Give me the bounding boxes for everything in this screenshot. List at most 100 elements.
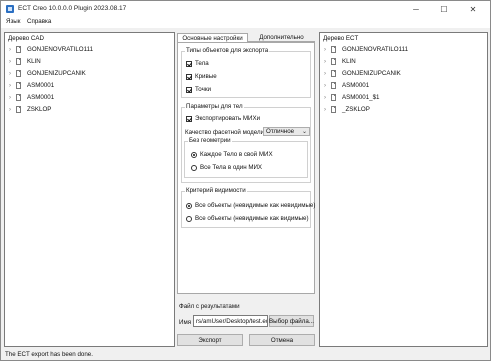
radio-invisible-as-visible[interactable]: Все объекты (невидимые как видимые) bbox=[186, 215, 309, 222]
tree-item-label: KLIN bbox=[342, 58, 356, 65]
chevron-right-icon[interactable]: › bbox=[9, 107, 16, 113]
facet-quality-label: Качество фасетной модели bbox=[185, 129, 265, 136]
object-types-group: Типы объектов для экспорта Тела Кривые Т… bbox=[181, 47, 311, 98]
chevron-right-icon[interactable]: › bbox=[9, 83, 16, 89]
chevron-right-icon[interactable]: › bbox=[324, 95, 331, 101]
radio-label: Все Тела в один МИХ bbox=[200, 164, 263, 171]
radio-button[interactable] bbox=[186, 202, 192, 209]
cad-tree-item[interactable]: › ZSKLOP bbox=[9, 105, 51, 114]
document-icon bbox=[16, 46, 21, 53]
close-button[interactable]: ✕ bbox=[462, 1, 484, 17]
document-icon bbox=[16, 82, 21, 89]
chevron-down-icon: ⌄ bbox=[301, 129, 307, 135]
no-geometry-group: Без геометрии Каждое Тело в свой МИХ Все… bbox=[184, 137, 308, 178]
ect-tree-item[interactable]: › GONJENOVRATILO111 bbox=[324, 45, 408, 54]
facet-quality-value: Отличное bbox=[266, 128, 295, 135]
ect-tree-item[interactable]: › ASM0001_$1 bbox=[324, 93, 380, 102]
tree-item-label: ASM0001 bbox=[27, 94, 55, 101]
menu-help[interactable]: Справка bbox=[27, 18, 51, 25]
document-icon bbox=[16, 106, 21, 113]
object-types-title: Типы объектов для экспорта bbox=[185, 47, 270, 54]
status-text: The ECT export has been done. bbox=[5, 351, 93, 358]
ect-tree-panel: Дерево ECT › GONJENOVRATILO111 › KLIN › GON… bbox=[319, 32, 488, 347]
export-button[interactable]: Экспорт bbox=[177, 334, 243, 346]
no-geometry-title: Без геометрии bbox=[188, 137, 232, 144]
document-icon bbox=[331, 70, 336, 77]
cad-tree-item[interactable]: › GONJENOVRATILO111 bbox=[9, 45, 93, 54]
checkbox-export-mixi[interactable]: Экспортировать МИХи bbox=[186, 115, 260, 122]
radio-label: Все объекты (невидимые как видимые) bbox=[195, 215, 309, 222]
chevron-right-icon[interactable]: › bbox=[9, 71, 16, 77]
title-bar: ECT Creo 10.0.0.0 Plugin 2023.08.17 ─ ☐ … bbox=[1, 1, 490, 17]
chevron-right-icon[interactable]: › bbox=[324, 107, 331, 113]
chevron-right-icon[interactable]: › bbox=[324, 59, 331, 65]
checkbox-box[interactable] bbox=[186, 115, 192, 122]
checkbox-label: Точки bbox=[195, 86, 211, 93]
ect-tree-item[interactable]: › KLIN bbox=[324, 57, 356, 66]
tree-item-label: GONJENOVRATILO111 bbox=[342, 46, 409, 53]
checkbox-box[interactable] bbox=[186, 86, 192, 93]
chevron-right-icon[interactable]: › bbox=[324, 71, 331, 77]
checkbox-curves[interactable]: Кривые bbox=[186, 73, 217, 80]
ect-tree-item[interactable]: › ASM0001 bbox=[324, 81, 369, 90]
file-name-label: Имя bbox=[179, 319, 192, 326]
tab-additional[interactable]: Дополнительно bbox=[248, 33, 315, 42]
visibility-title: Критерий видимости bbox=[185, 187, 247, 194]
facet-quality-select[interactable]: Отличное ⌄ bbox=[263, 127, 310, 136]
cad-tree-panel: Дерево CAD › GONJENOVRATILO111 › KLIN › GON… bbox=[4, 32, 175, 347]
choose-file-button[interactable]: Выбор файла... bbox=[269, 315, 314, 327]
checkbox-bodies[interactable]: Тела bbox=[186, 60, 209, 67]
radio-button[interactable] bbox=[186, 215, 192, 222]
tree-item-label: ASM0001_$1 bbox=[342, 94, 380, 101]
cad-tree-item[interactable]: › ASM0001 bbox=[9, 81, 54, 90]
result-file-label: Файл с результатами bbox=[179, 303, 240, 310]
document-icon bbox=[331, 106, 336, 113]
tree-item-label: ASM0001 bbox=[342, 82, 370, 89]
cancel-button[interactable]: Отмена bbox=[249, 334, 315, 346]
cad-tree-title: Дерево CAD bbox=[8, 35, 44, 42]
radio-button[interactable] bbox=[191, 151, 197, 158]
tree-item-label: ZSKLOP bbox=[27, 106, 52, 113]
radio-button[interactable] bbox=[191, 164, 197, 171]
radio-all-bodies[interactable]: Все Тела в один МИХ bbox=[191, 164, 262, 171]
checkbox-label: Тела bbox=[195, 60, 209, 67]
checkbox-box[interactable] bbox=[186, 73, 192, 80]
tree-item-label: KLIN bbox=[27, 58, 41, 65]
checkbox-box[interactable] bbox=[186, 60, 192, 67]
ect-tree-title: Дерево ECT bbox=[323, 35, 359, 42]
main-window: ECT Creo 10.0.0.0 Plugin 2023.08.17 ─ ☐ … bbox=[0, 0, 491, 361]
document-icon bbox=[16, 70, 21, 77]
radio-each-body[interactable]: Каждое Тело в свой МИХ bbox=[191, 151, 273, 158]
cad-tree-item[interactable]: › ASM0001 bbox=[9, 93, 54, 102]
chevron-right-icon[interactable]: › bbox=[324, 47, 331, 53]
radio-invisible-as-invisible[interactable]: Все объекты (невидимые как невидимые) bbox=[186, 202, 315, 209]
maximize-button[interactable]: ☐ bbox=[433, 1, 455, 17]
ect-tree-item[interactable]: › _ZSKLOP bbox=[324, 105, 370, 114]
checkbox-label: Кривые bbox=[195, 73, 217, 80]
document-icon bbox=[331, 58, 336, 65]
document-icon bbox=[16, 94, 21, 101]
radio-label: Каждое Тело в свой МИХ bbox=[200, 151, 273, 158]
cad-tree-item[interactable]: › KLIN bbox=[9, 57, 41, 66]
tree-item-label: GONJENOVRATILO111 bbox=[27, 46, 94, 53]
chevron-right-icon[interactable]: › bbox=[324, 83, 331, 89]
chevron-right-icon[interactable]: › bbox=[9, 47, 16, 53]
tree-item-label: GONJENIZUPCANIK bbox=[27, 70, 86, 77]
status-bar: The ECT export has been done. bbox=[1, 348, 490, 360]
ect-tree-item[interactable]: › GONJENIZUPCANIK bbox=[324, 69, 401, 78]
menu-language[interactable]: Язык bbox=[6, 18, 20, 25]
document-icon bbox=[16, 58, 21, 65]
main-settings-page: Типы объектов для экспорта Тела Кривые Т… bbox=[177, 42, 315, 294]
app-icon bbox=[6, 5, 14, 13]
tab-main-settings[interactable]: Основные настройки bbox=[177, 33, 248, 42]
document-icon bbox=[331, 94, 336, 101]
cad-tree-item[interactable]: › GONJENIZUPCANIK bbox=[9, 69, 86, 78]
document-icon bbox=[331, 46, 336, 53]
tree-item-label: ASM0001 bbox=[27, 82, 55, 89]
file-path-input[interactable]: rs/amUser/Desktop/test.ect bbox=[193, 315, 268, 327]
chevron-right-icon[interactable]: › bbox=[9, 95, 16, 101]
window-title: ECT Creo 10.0.0.0 Plugin 2023.08.17 bbox=[18, 5, 127, 12]
minimize-button[interactable]: ─ bbox=[405, 1, 427, 17]
checkbox-points[interactable]: Точки bbox=[186, 86, 211, 93]
chevron-right-icon[interactable]: › bbox=[9, 59, 16, 65]
